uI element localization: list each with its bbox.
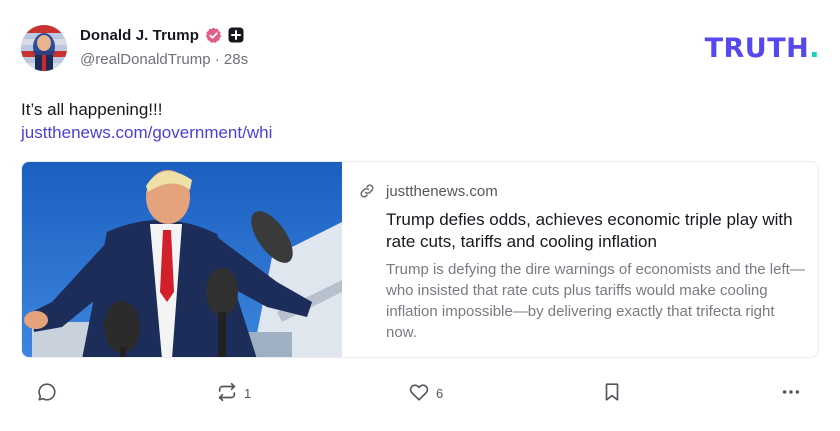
card-domain-row: justthenews.com bbox=[360, 181, 806, 201]
truth-logo-dot: . bbox=[809, 33, 820, 64]
bookmark-button[interactable] bbox=[601, 376, 623, 410]
link-preview-card[interactable]: justthenews.com Trump defies odds, achie… bbox=[21, 161, 819, 358]
reply-button[interactable] bbox=[36, 376, 58, 410]
retruth-icon bbox=[216, 381, 238, 406]
author-handle[interactable]: @realDonaldTrump bbox=[80, 51, 211, 68]
post-action-bar: 1 6 bbox=[0, 376, 840, 410]
plus-square-icon bbox=[228, 27, 244, 43]
truth-logo[interactable]: TRUTH. bbox=[705, 33, 820, 64]
author-handle-row: @realDonaldTrump · 28s bbox=[80, 51, 248, 68]
card-description: Trump is defying the dire warnings of ec… bbox=[386, 261, 805, 341]
retruth-button[interactable]: 1 bbox=[216, 376, 251, 410]
retruth-count: 1 bbox=[244, 385, 252, 401]
more-options-button[interactable] bbox=[780, 376, 802, 410]
author-name-row: Donald J. Trump bbox=[80, 25, 244, 45]
link-preview-image bbox=[22, 162, 342, 357]
meta-separator: · bbox=[210, 51, 224, 68]
link-icon bbox=[359, 183, 375, 199]
post-link[interactable]: justthenews.com/government/whi bbox=[21, 123, 272, 143]
truth-logo-text: TRUTH bbox=[704, 33, 810, 64]
card-title[interactable]: Trump defies odds, achieves economic tri… bbox=[386, 209, 801, 253]
more-icon bbox=[780, 381, 802, 406]
bookmark-icon bbox=[601, 381, 623, 406]
truth-post: Donald J. Trump @realDonaldTrump · 28s T… bbox=[0, 0, 840, 431]
author-display-name[interactable]: Donald J. Trump bbox=[80, 27, 199, 44]
link-preview-body: justthenews.com Trump defies odds, achie… bbox=[342, 162, 818, 357]
post-text: It’s all happening!!! bbox=[21, 100, 163, 119]
post-timestamp[interactable]: 28s bbox=[224, 51, 248, 68]
like-count: 6 bbox=[436, 385, 444, 401]
like-button[interactable]: 6 bbox=[408, 376, 443, 410]
verified-badge-icon bbox=[205, 27, 222, 44]
heart-icon bbox=[408, 381, 430, 406]
card-domain: justthenews.com bbox=[386, 182, 498, 200]
avatar[interactable] bbox=[21, 25, 67, 71]
reply-icon bbox=[36, 381, 58, 406]
